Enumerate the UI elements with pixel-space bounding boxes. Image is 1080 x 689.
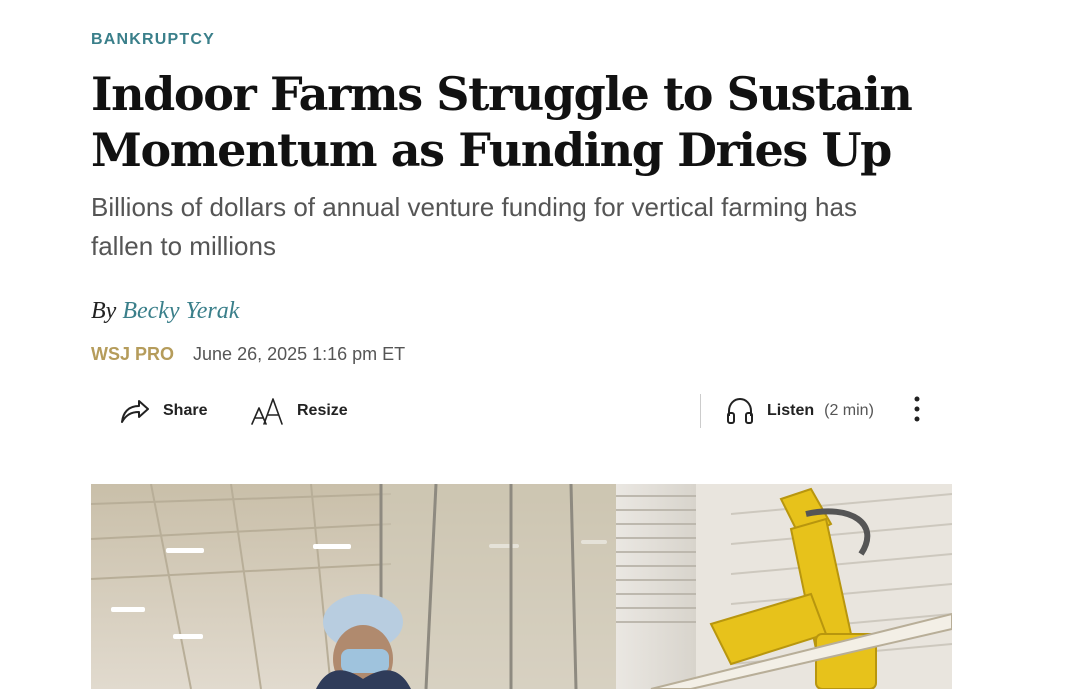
toolbar-divider: [700, 394, 701, 428]
author-link[interactable]: Becky Yerak: [122, 298, 239, 324]
byline: By Becky Yerak: [91, 298, 239, 325]
dek-line-1: Billions of dollars of annual venture fu…: [91, 192, 857, 222]
listen-duration: (2 min): [824, 402, 874, 419]
share-button[interactable]: Share: [119, 390, 207, 432]
more-options-button[interactable]: [907, 390, 927, 432]
resize-button[interactable]: Resize: [251, 390, 348, 432]
article-meta: WSJ PRO June 26, 2025 1:16 pm ET: [91, 344, 405, 365]
byline-prefix: By: [91, 298, 117, 324]
headline: Indoor Farms Struggle to Sustain Momentu…: [91, 66, 951, 178]
article-toolbar: Share Resize Listen (2 min): [91, 390, 951, 432]
source-label[interactable]: WSJ PRO: [91, 344, 174, 364]
listen-label: Listen: [767, 402, 815, 419]
more-vertical-icon: [914, 394, 920, 429]
share-label: Share: [163, 402, 208, 419]
headphones-icon: [725, 396, 755, 426]
text-resize-icon: [251, 396, 285, 426]
headline-line-2: Momentum as Funding Dries Up: [91, 123, 892, 177]
hero-image: [91, 484, 952, 689]
publish-date: June 26, 2025 1:16 pm ET: [193, 344, 406, 364]
section-label[interactable]: BANKRUPTCY: [91, 31, 215, 49]
hero-photo-illustration: [91, 484, 952, 689]
dek-line-2: fallen to millions: [91, 231, 276, 261]
share-arrow-icon: [119, 397, 151, 425]
headline-line-1: Indoor Farms Struggle to Sustain: [91, 67, 913, 121]
resize-label: Resize: [297, 402, 348, 419]
listen-button[interactable]: Listen (2 min): [725, 390, 874, 432]
summary-dek: Billions of dollars of annual venture fu…: [91, 188, 921, 266]
